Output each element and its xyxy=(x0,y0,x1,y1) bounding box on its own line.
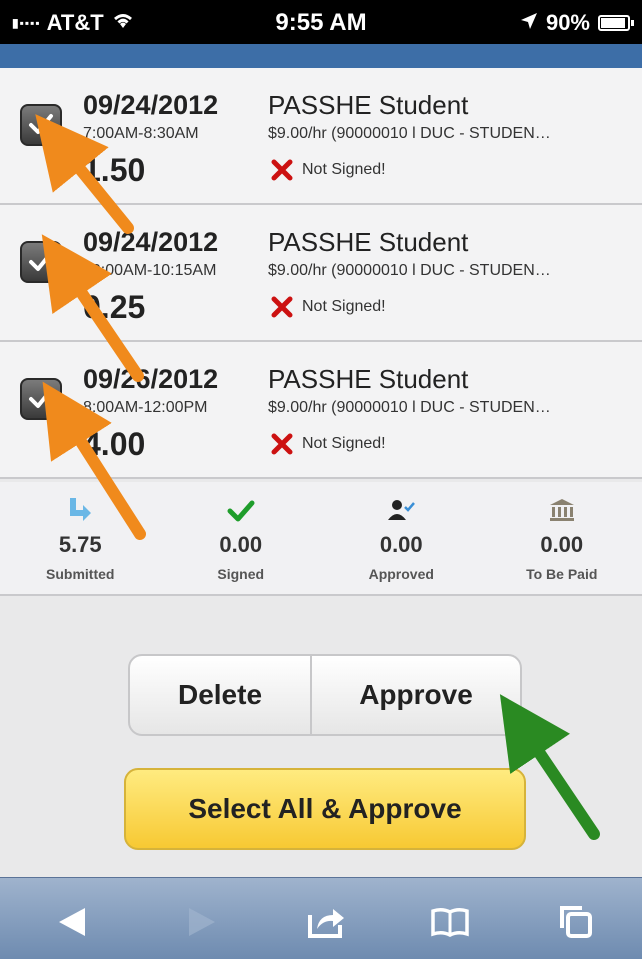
entry-hours: 1.50 xyxy=(83,152,146,188)
entry-sign-status: Not Signed! xyxy=(270,295,386,319)
share-icon[interactable] xyxy=(305,900,349,944)
approver-icon xyxy=(321,482,482,522)
entry-pay-rate: $9.00/hr (90000010 l DUC - STUDEN… xyxy=(268,125,551,142)
entry-hours: 4.00 xyxy=(83,426,146,462)
bank-icon xyxy=(482,482,642,522)
delete-button[interactable]: Delete xyxy=(130,656,312,734)
entry-time-range: 7:00AM-8:30AM xyxy=(83,125,199,142)
summary-value: 5.75 xyxy=(58,532,102,557)
entry-sign-status: Not Signed! xyxy=(270,432,386,456)
summary-label: Approved xyxy=(368,566,434,582)
entry-date: 09/24/2012 xyxy=(83,90,219,120)
timesheet-entry[interactable]: 09/26/2012 8:00AM-12:00PM 4.00 PASSHE St… xyxy=(0,342,642,479)
entry-checkbox[interactable] xyxy=(20,104,62,146)
checkmark-icon xyxy=(29,114,53,134)
summary-label: Submitted xyxy=(46,566,115,582)
action-button-group: Delete Approve xyxy=(128,654,522,736)
entry-checkbox[interactable] xyxy=(20,378,62,420)
submitted-arrow-icon xyxy=(0,482,161,522)
entry-time-range: 8:00AM-12:00PM xyxy=(83,399,208,416)
sign-status-text: Not Signed! xyxy=(302,161,386,178)
summary-value: 0.00 xyxy=(540,532,584,557)
entry-job-title: PASSHE Student xyxy=(268,364,469,394)
status-right: 90% xyxy=(520,10,634,36)
back-icon[interactable] xyxy=(50,900,94,944)
forward-icon[interactable] xyxy=(180,900,224,944)
summary-submitted: 5.75 Submitted xyxy=(0,482,161,594)
battery-percent: 90% xyxy=(545,10,590,35)
sign-status-text: Not Signed! xyxy=(302,298,386,315)
entry-pay-rate: $9.00/hr (90000010 l DUC - STUDEN… xyxy=(268,262,551,279)
timesheet-entry-list: 09/24/2012 7:00AM-8:30AM 1.50 PASSHE Stu… xyxy=(0,68,642,479)
summary-approved: 0.00 Approved xyxy=(321,482,482,594)
summary-value: 0.00 xyxy=(219,532,263,557)
summary-signed: 0.00 Signed xyxy=(161,482,322,594)
summary-label: Signed xyxy=(217,566,265,582)
hours-summary: 5.75 Submitted 0.00 Signed 0.00 Approved… xyxy=(0,482,642,596)
battery-icon xyxy=(598,15,634,31)
timesheet-entry[interactable]: 09/24/2012 7:00AM-8:30AM 1.50 PASSHE Stu… xyxy=(0,68,642,205)
entry-checkbox[interactable] xyxy=(20,241,62,283)
approve-arrow xyxy=(499,694,600,840)
browser-toolbar xyxy=(0,877,642,959)
checkmark-icon xyxy=(29,388,53,408)
not-signed-x-icon xyxy=(271,159,293,181)
not-signed-x-icon xyxy=(271,296,293,318)
entry-sign-status: Not Signed! xyxy=(270,158,386,182)
summary-value: 0.00 xyxy=(379,532,423,557)
header-band xyxy=(0,44,642,68)
checkmark-icon xyxy=(161,482,322,522)
entry-date: 09/26/2012 xyxy=(83,364,219,394)
entry-date: 09/24/2012 xyxy=(83,227,219,257)
location-arrow-icon xyxy=(520,10,538,36)
entry-hours: 0.25 xyxy=(83,289,146,325)
approve-button[interactable]: Approve xyxy=(312,656,520,734)
entry-job-title: PASSHE Student xyxy=(268,227,469,257)
timesheet-entry[interactable]: 09/24/2012 10:00AM-10:15AM 0.25 PASSHE S… xyxy=(0,205,642,342)
select-all-approve-button[interactable]: Select All & Approve xyxy=(124,768,526,850)
summary-label: To Be Paid xyxy=(526,566,598,582)
status-bar: ▮▪▪▪▪ AT&T 9:55 AM 90% xyxy=(0,0,642,44)
entry-time-range: 10:00AM-10:15AM xyxy=(83,262,217,279)
tabs-icon[interactable] xyxy=(554,900,598,944)
bookmarks-icon[interactable] xyxy=(428,900,472,944)
checkmark-icon xyxy=(29,251,53,271)
sign-status-text: Not Signed! xyxy=(302,435,386,452)
not-signed-x-icon xyxy=(271,433,293,455)
summary-to-be-paid: 0.00 To Be Paid xyxy=(482,482,642,594)
entry-pay-rate: $9.00/hr (90000010 l DUC - STUDEN… xyxy=(268,399,551,416)
entry-job-title: PASSHE Student xyxy=(268,90,469,120)
